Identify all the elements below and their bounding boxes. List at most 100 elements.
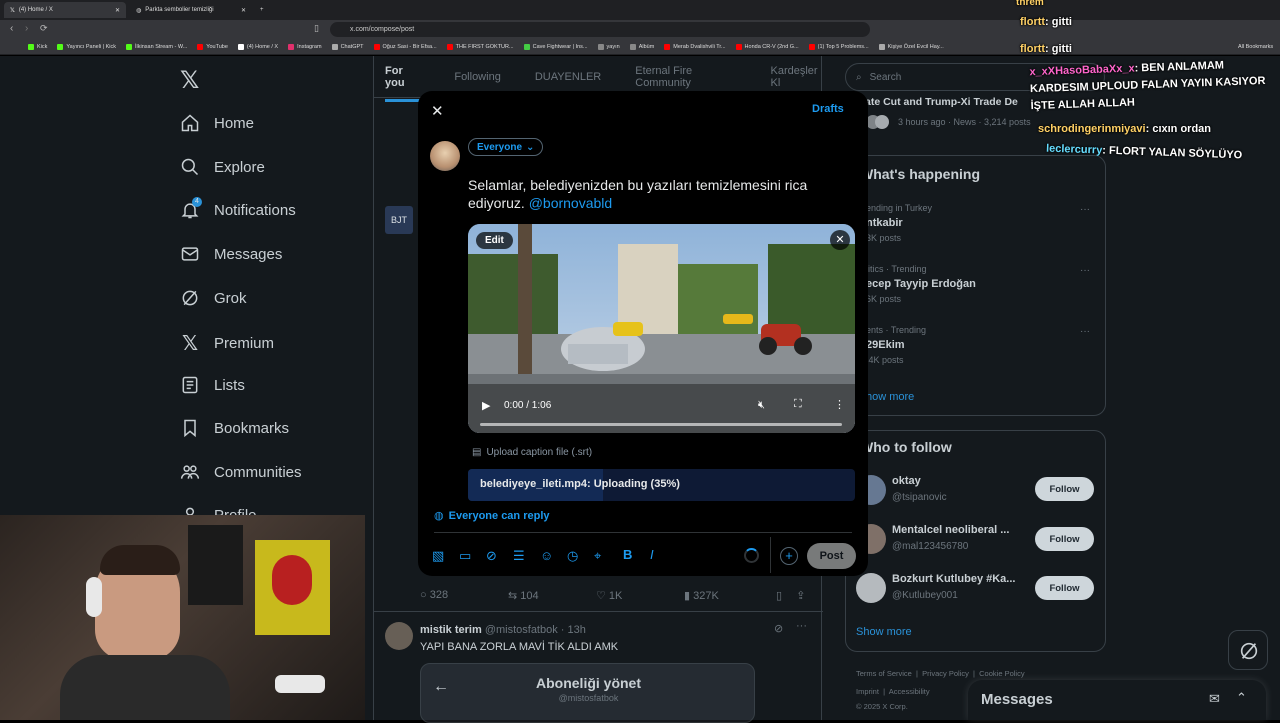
- grok-icon[interactable]: ⊘: [774, 622, 783, 635]
- nav-grok[interactable]: Grok: [180, 288, 247, 308]
- gif-icon[interactable]: ▭: [459, 548, 471, 564]
- suggestion-name[interactable]: Bozkurt Kutlubey #Ka...: [892, 573, 1015, 585]
- follow-button[interactable]: Follow: [1035, 576, 1094, 600]
- schedule-icon[interactable]: ◷: [567, 548, 578, 564]
- compose-textarea[interactable]: Selamlar, belediyenizden bu yazıları tem…: [468, 176, 853, 212]
- tab-for-you[interactable]: For you: [385, 52, 421, 102]
- footer-link[interactable]: Privacy Policy: [922, 669, 969, 678]
- footer-link[interactable]: Terms of Service: [856, 669, 912, 678]
- bookmark-item[interactable]: Oğuz Sasi - Bir Efsa...: [373, 43, 437, 50]
- suggestion-name[interactable]: Mentalcel neoliberal ...: [892, 524, 1009, 536]
- new-message-icon[interactable]: ✉: [1209, 691, 1220, 707]
- views-button[interactable]: ▮ 327K: [684, 589, 776, 602]
- mention-link[interactable]: @bornovabld: [529, 195, 613, 211]
- bookmark-item[interactable]: yayın: [597, 43, 620, 50]
- author-handle[interactable]: @mistosfatbok: [485, 624, 558, 636]
- share-icon[interactable]: ⇪: [796, 589, 805, 602]
- trend-item[interactable]: ending in Turkey ntkabir 3K posts: [866, 203, 932, 243]
- avatar[interactable]: BJT: [385, 206, 413, 234]
- caption-upload-link[interactable]: ▤ Upload caption file (.srt): [472, 447, 592, 458]
- nav-messages[interactable]: Messages: [180, 244, 282, 264]
- suggestion-handle[interactable]: @mal123456780: [892, 541, 968, 552]
- location-icon[interactable]: ⌖: [594, 548, 601, 564]
- more-icon[interactable]: ···: [1080, 326, 1090, 337]
- address-bar[interactable]: x.com/compose/post: [330, 22, 870, 37]
- audience-selector[interactable]: Everyone ⌄: [468, 138, 544, 156]
- nav-premium[interactable]: 𝕏 Premium: [180, 331, 274, 356]
- bold-icon[interactable]: B: [623, 547, 632, 562]
- italic-icon[interactable]: I: [650, 547, 654, 562]
- nav-explore[interactable]: Explore: [180, 157, 265, 177]
- x-logo-icon[interactable]: 𝕏: [180, 66, 199, 95]
- more-icon[interactable]: ···: [1080, 265, 1090, 276]
- bookmark-toggle-icon[interactable]: ▯: [314, 23, 319, 34]
- nav-communities[interactable]: Communities: [180, 462, 302, 482]
- show-more-link[interactable]: how more: [866, 391, 914, 403]
- drafts-button[interactable]: Drafts: [812, 103, 844, 115]
- footer-link[interactable]: Cookie Policy: [979, 669, 1024, 678]
- suggestion-handle[interactable]: @Kutlubey001: [892, 590, 958, 601]
- more-icon[interactable]: ⋮: [834, 398, 845, 411]
- fullscreen-icon[interactable]: ⛶: [794, 398, 802, 411]
- tab-duayenler[interactable]: DUAYENLER: [535, 71, 601, 83]
- tab-following[interactable]: Following: [454, 71, 500, 83]
- bookmark-item[interactable]: Kick: [28, 43, 47, 50]
- grok-button[interactable]: [1228, 630, 1268, 670]
- more-icon[interactable]: ···: [796, 620, 807, 632]
- browser-tab-home[interactable]: 𝕏 (4) Home / X ✕: [4, 2, 126, 18]
- expand-icon[interactable]: ⌃: [1236, 690, 1247, 706]
- bookmark-item[interactable]: Kişiye Özel Evcil Hay...: [878, 43, 944, 50]
- bookmark-item[interactable]: Honda CR-V (2nd G...: [735, 43, 799, 50]
- bookmark-item[interactable]: THE FIRST GOKTUR...: [446, 43, 514, 50]
- play-icon[interactable]: ▶: [482, 399, 490, 412]
- bookmark-item[interactable]: (4) Home / X: [237, 43, 278, 50]
- news-title[interactable]: ate Cut and Trump-Xi Trade De: [865, 96, 1035, 108]
- forward-icon[interactable]: ›: [25, 23, 28, 34]
- repost-button[interactable]: ⇆ 104: [508, 589, 596, 602]
- close-icon[interactable]: ✕: [431, 102, 444, 120]
- follow-button[interactable]: Follow: [1035, 477, 1094, 501]
- avatar[interactable]: [856, 573, 886, 603]
- author-name[interactable]: mistik terim: [420, 624, 482, 636]
- browser-tab-park[interactable]: ◍ Parkta sembolier temizliği ✕: [130, 2, 252, 18]
- footer-link[interactable]: Imprint: [856, 687, 879, 696]
- bookmark-item[interactable]: Albüm: [629, 43, 654, 50]
- bookmark-item[interactable]: İlkinsan Stream - W...: [126, 43, 187, 50]
- messages-drawer[interactable]: Messages ✉ ⌃: [968, 680, 1266, 720]
- follow-button[interactable]: Follow: [1035, 527, 1094, 551]
- edit-media-button[interactable]: Edit: [476, 232, 513, 249]
- bookmark-icon[interactable]: ▯: [776, 589, 782, 602]
- bookmark-item[interactable]: (1) Top 5 Problems...: [808, 43, 869, 50]
- reply-button[interactable]: ○ 328: [420, 589, 508, 602]
- reply-settings-button[interactable]: ◍ Everyone can reply: [434, 509, 550, 523]
- remove-media-icon[interactable]: ✕: [830, 230, 850, 250]
- video-progress-bar[interactable]: [480, 423, 842, 426]
- more-icon[interactable]: ···: [1080, 204, 1090, 215]
- show-more-link[interactable]: Show more: [856, 626, 912, 638]
- bookmark-item[interactable]: Merab Dvalishvili Tr...: [664, 43, 726, 50]
- footer-link[interactable]: Accessibility: [889, 687, 930, 696]
- avatar[interactable]: [385, 622, 413, 650]
- emoji-icon[interactable]: ☺: [540, 548, 553, 563]
- tab-eternal-fire[interactable]: Eternal Fire Community: [635, 65, 736, 89]
- bookmark-item[interactable]: ChatGPT: [331, 43, 364, 50]
- bookmark-item[interactable]: Instagram: [288, 43, 322, 50]
- nav-lists[interactable]: Lists: [180, 375, 245, 395]
- reload-icon[interactable]: ⟳: [40, 23, 48, 34]
- mute-icon[interactable]: 🔇︎: [758, 399, 765, 412]
- tab-kardesler[interactable]: Kardeşler Kl: [770, 65, 823, 89]
- close-icon[interactable]: ✕: [241, 7, 246, 14]
- suggestion-name[interactable]: oktay: [892, 475, 921, 487]
- subscription-card[interactable]: ← Aboneliği yönet @mistosfatbok: [420, 663, 755, 723]
- video-attachment[interactable]: Edit ✕ ▶ 0:00 / 1:06 🔇︎ ⛶ ⋮: [468, 224, 855, 433]
- new-tab-button[interactable]: +: [254, 2, 270, 18]
- grok-icon[interactable]: ⊘: [486, 548, 497, 564]
- bookmark-item[interactable]: Yayıncı Paneli | Kick: [57, 43, 116, 50]
- nav-bookmarks[interactable]: Bookmarks: [180, 418, 289, 438]
- back-icon[interactable]: ‹: [10, 23, 13, 34]
- close-icon[interactable]: ✕: [115, 7, 120, 14]
- trend-item[interactable]: litics · Trending ecep Tayyip Erdoğan 6K…: [866, 264, 976, 304]
- image-icon[interactable]: ▧: [432, 548, 444, 564]
- bookmark-item[interactable]: Cave Fightwear | Ins...: [523, 43, 588, 50]
- post-button[interactable]: Post: [807, 543, 856, 569]
